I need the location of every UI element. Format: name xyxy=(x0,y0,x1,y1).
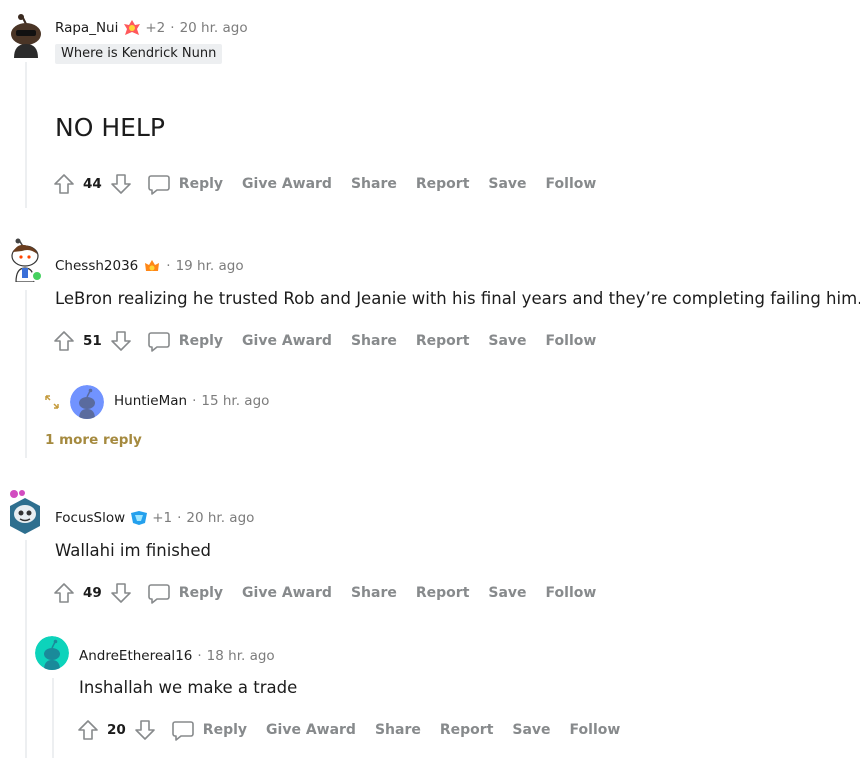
separator: · xyxy=(170,20,175,36)
avatar[interactable] xyxy=(70,385,104,419)
reply-button[interactable]: Reply xyxy=(179,585,223,601)
comment-body: NO HELP xyxy=(55,113,165,142)
save-button[interactable]: Save xyxy=(488,333,526,349)
follow-button[interactable]: Follow xyxy=(546,585,597,601)
collapsed-reply[interactable]: HuntieMan · 15 hr. ago xyxy=(114,393,269,409)
give-award-button[interactable]: Give Award xyxy=(266,722,356,738)
vote-score: 44 xyxy=(83,176,102,192)
give-award-button[interactable]: Give Award xyxy=(242,585,332,601)
reply-button[interactable]: Reply xyxy=(179,333,223,349)
downvote-arrow-icon[interactable] xyxy=(109,581,133,605)
comment-timestamp[interactable]: 18 hr. ago xyxy=(207,648,275,664)
speech-bubble-icon[interactable] xyxy=(147,329,171,353)
award-count[interactable]: +2 xyxy=(145,20,165,36)
upvote-arrow-icon[interactable] xyxy=(52,172,76,196)
vote-score: 51 xyxy=(83,333,102,349)
user-flair: Where is Kendrick Nunn xyxy=(55,44,223,64)
comment-meta: AndreEthereal16 · 18 hr. ago xyxy=(79,646,275,666)
vote-score: 49 xyxy=(83,585,102,601)
online-status-indicator xyxy=(31,270,43,282)
share-button[interactable]: Share xyxy=(351,333,397,349)
follow-button[interactable]: Follow xyxy=(546,176,597,192)
speech-bubble-icon[interactable] xyxy=(147,581,171,605)
comment-body: LeBron realizing he trusted Rob and Jean… xyxy=(55,289,860,308)
avatar[interactable] xyxy=(8,14,44,58)
comment-meta: Chessh2036 · 19 hr. ago xyxy=(55,256,244,276)
thread-line[interactable] xyxy=(52,678,54,758)
comment-actions: 20 Reply Give Award Share Report Save Fo… xyxy=(76,717,620,743)
award-icon[interactable] xyxy=(130,509,148,527)
award-count[interactable]: +1 xyxy=(152,510,172,526)
upvote-arrow-icon[interactable] xyxy=(52,581,76,605)
upvote-arrow-icon[interactable] xyxy=(76,718,100,742)
award-icon[interactable] xyxy=(143,257,161,275)
comment-timestamp[interactable]: 20 hr. ago xyxy=(186,510,254,526)
thread-line[interactable] xyxy=(25,540,27,758)
separator: · xyxy=(166,258,171,274)
give-award-button[interactable]: Give Award xyxy=(242,333,332,349)
comment-actions: 44 Reply Give Award Share Report Save Fo… xyxy=(52,171,596,197)
save-button[interactable]: Save xyxy=(512,722,550,738)
separator: · xyxy=(192,393,197,409)
avatar[interactable] xyxy=(6,488,44,536)
comment-timestamp[interactable]: 19 hr. ago xyxy=(176,258,244,274)
comment-timestamp[interactable]: 15 hr. ago xyxy=(201,393,269,409)
report-button[interactable]: Report xyxy=(416,585,470,601)
upvote-arrow-icon[interactable] xyxy=(52,329,76,353)
comment-timestamp[interactable]: 20 hr. ago xyxy=(180,20,248,36)
comment-author[interactable]: Chessh2036 xyxy=(55,258,138,274)
comment-actions: 51 Reply Give Award Share Report Save Fo… xyxy=(52,328,596,354)
downvote-arrow-icon[interactable] xyxy=(109,329,133,353)
comment-author[interactable]: FocusSlow xyxy=(55,510,125,526)
share-button[interactable]: Share xyxy=(351,585,397,601)
separator: · xyxy=(197,648,202,664)
downvote-arrow-icon[interactable] xyxy=(133,718,157,742)
comment-actions: 49 Reply Give Award Share Report Save Fo… xyxy=(52,580,596,606)
avatar[interactable] xyxy=(35,636,69,670)
award-icon[interactable] xyxy=(123,19,141,37)
report-button[interactable]: Report xyxy=(416,176,470,192)
comment-meta: Rapa_Nui +2 · 20 hr. ago xyxy=(55,18,248,38)
separator: · xyxy=(177,510,182,526)
report-button[interactable]: Report xyxy=(440,722,494,738)
more-replies-link[interactable]: 1 more reply xyxy=(45,432,142,448)
expand-arrows-icon[interactable] xyxy=(44,394,60,410)
follow-button[interactable]: Follow xyxy=(546,333,597,349)
comment-meta: FocusSlow +1 · 20 hr. ago xyxy=(55,508,254,528)
save-button[interactable]: Save xyxy=(488,176,526,192)
thread-line[interactable] xyxy=(25,62,27,208)
speech-bubble-icon[interactable] xyxy=(147,172,171,196)
reply-button[interactable]: Reply xyxy=(179,176,223,192)
thread-line[interactable] xyxy=(25,290,27,458)
report-button[interactable]: Report xyxy=(416,333,470,349)
comment-body: Wallahi im finished xyxy=(55,541,211,560)
follow-button[interactable]: Follow xyxy=(570,722,621,738)
comment-author[interactable]: Rapa_Nui xyxy=(55,20,118,36)
give-award-button[interactable]: Give Award xyxy=(242,176,332,192)
downvote-arrow-icon[interactable] xyxy=(109,172,133,196)
comment-author[interactable]: AndreEthereal16 xyxy=(79,648,192,664)
share-button[interactable]: Share xyxy=(351,176,397,192)
share-button[interactable]: Share xyxy=(375,722,421,738)
comment-author[interactable]: HuntieMan xyxy=(114,393,187,409)
speech-bubble-icon[interactable] xyxy=(171,718,195,742)
reply-button[interactable]: Reply xyxy=(203,722,247,738)
save-button[interactable]: Save xyxy=(488,585,526,601)
vote-score: 20 xyxy=(107,722,126,738)
comment-body: Inshallah we make a trade xyxy=(79,678,298,697)
